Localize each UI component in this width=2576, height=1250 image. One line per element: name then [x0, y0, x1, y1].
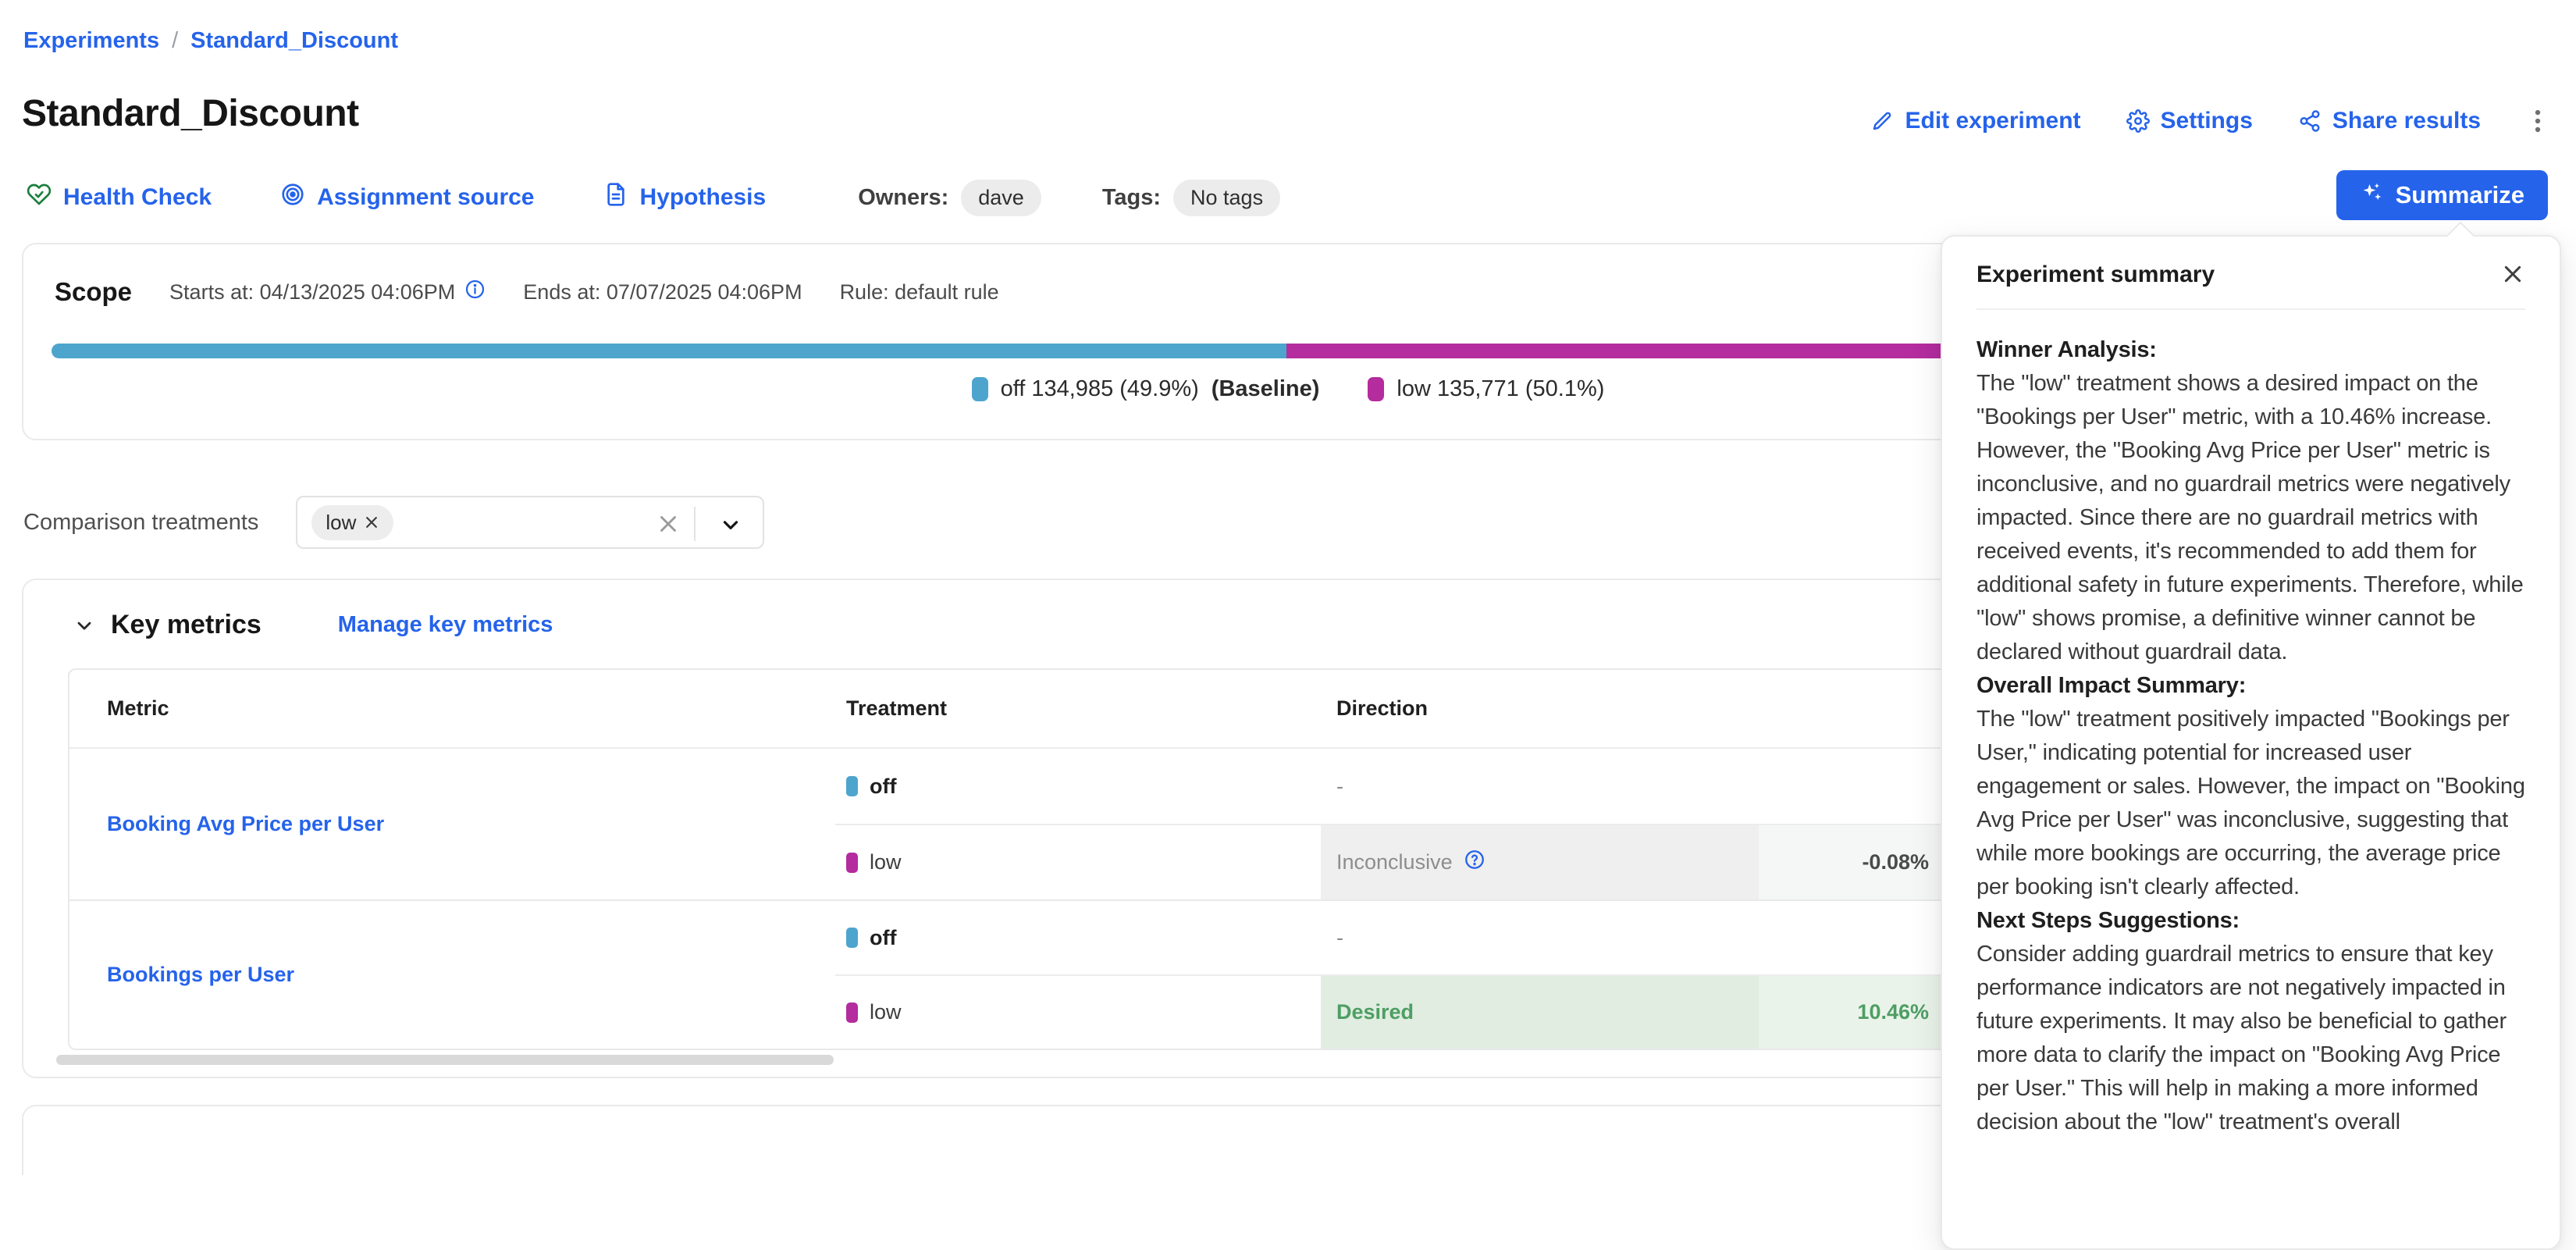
winner-analysis-text: The "low" treatment shows a desired impa… — [1976, 367, 2525, 669]
select-divider — [694, 507, 696, 541]
low-color-swatch — [846, 1002, 858, 1023]
share-icon — [2298, 109, 2322, 133]
key-metrics-title: Key metrics — [111, 610, 262, 640]
scope-title: Scope — [55, 277, 132, 307]
more-options-button[interactable] — [2526, 108, 2549, 134]
direction-cell-desired: Desired — [1321, 974, 1759, 1049]
off-color-swatch — [972, 377, 988, 401]
comparison-treatments-select[interactable]: low — [296, 496, 764, 549]
select-clear-icon[interactable] — [655, 511, 681, 541]
tags-pill[interactable]: No tags — [1173, 180, 1280, 216]
off-color-swatch — [846, 928, 858, 948]
assignment-source-label: Assignment source — [317, 184, 534, 211]
gear-icon — [2126, 109, 2150, 133]
breadcrumb-current-link[interactable]: Standard_Discount — [190, 28, 398, 54]
question-icon[interactable] — [1464, 849, 1485, 876]
column-header-metric: Metric — [69, 670, 835, 749]
assignment-source-link[interactable]: Assignment source — [280, 182, 534, 213]
chip-remove-icon[interactable] — [364, 515, 379, 530]
owners-label: Owners: — [858, 185, 948, 211]
treatment-cell-off: off — [835, 899, 1321, 974]
breadcrumb: Experiments / Standard_Discount — [23, 28, 398, 54]
manage-key-metrics-link[interactable]: Manage key metrics — [338, 612, 553, 638]
direction-cell: - — [1321, 899, 1759, 974]
subheader-row: Health Check Assignment source Hypothesi… — [27, 175, 1280, 220]
scope-starts-at: Starts at: 04/13/2025 04:06PM — [169, 279, 486, 305]
close-icon[interactable] — [2500, 262, 2525, 290]
sparkles-icon — [2360, 180, 2383, 210]
low-color-swatch — [1368, 377, 1384, 401]
comparison-treatments-label: Comparison treatments — [23, 510, 258, 536]
bullseye-icon — [280, 182, 305, 213]
share-results-button[interactable]: Share results — [2298, 108, 2481, 134]
breadcrumb-experiments-link[interactable]: Experiments — [23, 28, 159, 54]
breadcrumb-separator: / — [172, 28, 178, 54]
chevron-down-icon[interactable] — [719, 513, 742, 540]
summarize-label: Summarize — [2396, 181, 2524, 209]
next-steps-text: Consider adding guardrail metrics to ens… — [1976, 938, 2525, 1139]
value-cell — [1759, 749, 1946, 824]
page-title: Standard_Discount — [22, 92, 359, 135]
edit-experiment-label: Edit experiment — [1905, 108, 2080, 134]
treatment-cell-low: low — [835, 824, 1321, 899]
overall-impact-heading: Overall Impact Summary: — [1976, 669, 2525, 703]
table-row: Booking Avg Price per User — [69, 749, 835, 899]
info-icon[interactable] — [464, 279, 486, 305]
treatment-cell-low: low — [835, 974, 1321, 1049]
collapse-chevron-icon[interactable] — [73, 614, 95, 636]
header-actions: Edit experiment Settings Share results — [1870, 108, 2549, 134]
low-color-swatch — [846, 853, 858, 873]
overall-impact-text: The "low" treatment positively impacted … — [1976, 703, 2525, 904]
health-check-label: Health Check — [63, 184, 212, 211]
treatment-chip-low[interactable]: low — [311, 505, 393, 540]
column-header-direction: Direction — [1321, 670, 1759, 749]
metric-link-booking-avg-price[interactable]: Booking Avg Price per User — [107, 812, 384, 836]
experiment-summary-panel: Experiment summary Winner Analysis: The … — [1941, 235, 2561, 1250]
summarize-button[interactable]: Summarize — [2336, 170, 2548, 220]
value-cell-inconclusive: -0.08% — [1759, 824, 1946, 899]
table-row: Bookings per User — [69, 899, 835, 1049]
legend-item-off: off 134,985 (49.9%) (Baseline) — [972, 376, 1320, 402]
heart-check-icon — [27, 182, 52, 213]
horizontal-scrollbar[interactable] — [56, 1055, 834, 1065]
panel-divider — [1976, 308, 2525, 310]
settings-button[interactable]: Settings — [2126, 108, 2253, 134]
scope-ends-at: Ends at: 07/07/2025 04:06PM — [523, 280, 802, 304]
pencil-icon — [1870, 109, 1894, 133]
health-check-link[interactable]: Health Check — [27, 182, 212, 213]
scope-rule: Rule: default rule — [840, 280, 999, 304]
column-header-spacer — [1759, 670, 1946, 749]
hypothesis-label: Hypothesis — [640, 184, 767, 211]
owners-group: Owners: dave — [858, 180, 1041, 216]
direction-cell: - — [1321, 749, 1759, 824]
tags-label: Tags: — [1102, 185, 1161, 211]
next-steps-heading: Next Steps Suggestions: — [1976, 904, 2525, 938]
value-cell-desired: 10.46% — [1759, 974, 1946, 1049]
summary-text: Winner Analysis: The "low" treatment sho… — [1942, 310, 2560, 1139]
experiment-summary-title: Experiment summary — [1976, 262, 2215, 287]
share-results-label: Share results — [2332, 108, 2481, 134]
allocation-bar-off-segment — [52, 344, 1286, 358]
treatment-cell-off: off — [835, 749, 1321, 824]
owner-pill[interactable]: dave — [961, 180, 1041, 216]
value-cell — [1759, 899, 1946, 974]
settings-label: Settings — [2161, 108, 2253, 134]
winner-analysis-heading: Winner Analysis: — [1976, 333, 2525, 367]
column-header-treatment: Treatment — [835, 670, 1321, 749]
comparison-treatments-row: Comparison treatments low — [23, 495, 764, 550]
document-icon — [603, 182, 628, 213]
direction-cell-inconclusive: Inconclusive — [1321, 824, 1759, 899]
edit-experiment-button[interactable]: Edit experiment — [1870, 108, 2080, 134]
hypothesis-link[interactable]: Hypothesis — [603, 182, 767, 213]
off-color-swatch — [846, 776, 858, 796]
legend-item-low: low 135,771 (50.1%) — [1368, 376, 1604, 402]
metric-link-bookings-per-user[interactable]: Bookings per User — [107, 963, 294, 987]
tags-group: Tags: No tags — [1102, 180, 1280, 216]
kebab-menu-icon — [2526, 108, 2549, 134]
